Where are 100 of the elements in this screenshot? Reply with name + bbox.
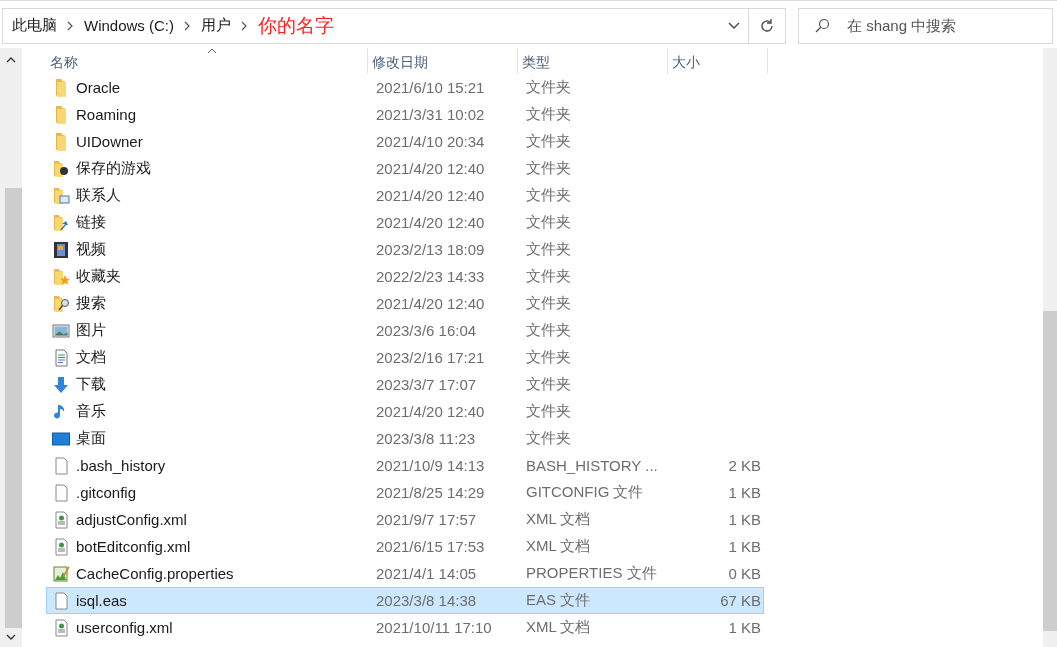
file-row[interactable]: 音乐 2021/4/20 12:40 文件夹 <box>46 398 764 425</box>
file-row[interactable]: .bash_history 2021/10/9 14:13 BASH_HISTORY ... 2 KB <box>46 452 764 479</box>
file-name: isql.eas <box>76 592 127 609</box>
file-row[interactable]: Roaming 2021/3/31 10:02 文件夹 <box>46 101 764 128</box>
file-type: 文件夹 <box>525 213 572 232</box>
file-name: 收藏夹 <box>76 267 121 286</box>
file-type: 文件夹 <box>525 348 572 367</box>
modified-date: 2021/9/7 17:57 <box>375 511 478 528</box>
column-header[interactable]: 大小 <box>668 48 768 74</box>
scroll-down-icon[interactable] <box>6 634 16 641</box>
file-type: XML 文档 <box>525 537 592 556</box>
file-row[interactable]: isql.eas 2023/3/8 14:38 EAS 文件 67 KB <box>46 587 764 614</box>
modified-date: 2023/3/8 14:38 <box>375 592 478 609</box>
file-type: 文件夹 <box>525 105 572 124</box>
file-row[interactable]: 图片 2023/3/6 16:04 文件夹 <box>46 317 764 344</box>
column-header[interactable]: 名称 <box>46 48 368 74</box>
file-name: .bash_history <box>76 457 166 474</box>
scrollbar[interactable] <box>0 48 22 647</box>
chevron-right-icon <box>67 20 74 31</box>
file-icon <box>52 591 70 610</box>
modified-date: 2021/3/31 10:02 <box>375 106 486 123</box>
file-type: 文件夹 <box>525 186 572 205</box>
file-type: 文件夹 <box>525 132 572 151</box>
search-folder-icon <box>52 294 70 313</box>
modified-date: 2023/3/6 16:04 <box>375 322 478 339</box>
file-row[interactable]: 链接 2021/4/20 12:40 文件夹 <box>46 209 764 236</box>
file-name: 搜索 <box>76 294 106 313</box>
sort-up-icon <box>206 48 217 54</box>
address-bar[interactable]: 此电脑 Windows (C:) 用户 你的名字 <box>2 7 748 44</box>
file-row[interactable]: 搜索 2021/4/20 12:40 文件夹 <box>46 290 764 317</box>
file-row[interactable]: CacheConfig.properties 2021/4/1 14:05 PROPERTIES 文件 0 KB <box>46 560 764 587</box>
file-row[interactable]: 下载 2023/3/7 17:07 文件夹 <box>46 371 764 398</box>
file-name: 文档 <box>76 348 106 367</box>
column-header[interactable]: 类型 <box>518 48 668 74</box>
file-name: 视频 <box>76 240 106 259</box>
breadcrumb-item[interactable]: Windows (C:) <box>84 17 174 34</box>
file-name: Oracle <box>76 79 121 96</box>
file-name: 下载 <box>76 375 106 394</box>
chevron-right-icon <box>241 20 248 31</box>
modified-date: 2021/4/20 12:40 <box>375 187 486 204</box>
file-type: EAS 文件 <box>525 591 592 610</box>
file-row[interactable]: userconfig.xml 2021/10/11 17:10 XML 文档 1 KB <box>46 614 764 641</box>
file-name: Roaming <box>76 106 137 123</box>
breadcrumb-item[interactable]: 用户 <box>201 16 231 35</box>
modified-date: 2021/4/20 12:40 <box>375 403 486 420</box>
landscape-picture-icon <box>52 321 70 340</box>
file-row[interactable]: 桌面 2023/3/8 11:23 文件夹 <box>46 425 764 452</box>
file-icon <box>52 456 70 475</box>
file-icon <box>52 483 70 502</box>
chevron-right-icon <box>184 20 191 31</box>
file-size: 1 KB <box>728 619 761 636</box>
modified-date: 2023/2/13 18:09 <box>375 241 486 258</box>
file-type: 文件夹 <box>525 159 572 178</box>
file-type: 文件夹 <box>525 78 572 97</box>
file-type: 文件夹 <box>525 294 572 313</box>
refresh-icon <box>759 17 775 34</box>
file-type: 文件夹 <box>525 240 572 259</box>
folder-icon <box>56 132 66 151</box>
xml-file-icon <box>52 618 70 637</box>
folder-icon <box>56 105 66 124</box>
file-type: 文件夹 <box>525 402 572 421</box>
file-size: 1 KB <box>728 538 761 555</box>
game-folder-icon <box>52 159 70 178</box>
file-size: 67 KB <box>720 592 761 609</box>
file-row[interactable]: adjustConfig.xml 2021/9/7 17:57 XML 文档 1 KB <box>46 506 764 533</box>
file-row[interactable]: 联系人 2021/4/20 12:40 文件夹 <box>46 182 764 209</box>
xml-file-icon <box>52 537 70 556</box>
file-row[interactable]: 文档 2023/2/16 17:21 文件夹 <box>46 344 764 371</box>
file-row[interactable]: 保存的游戏 2021/4/20 12:40 文件夹 <box>46 155 764 182</box>
file-name: 图片 <box>76 321 106 340</box>
breadcrumb-item[interactable]: 你的名字 <box>258 12 334 39</box>
file-row[interactable]: 视频 2023/2/13 18:09 文件夹 <box>46 236 764 263</box>
modified-date: 2021/4/1 14:05 <box>375 565 478 582</box>
file-name: botEditconfig.xml <box>76 538 191 555</box>
column-header[interactable]: 修改日期 <box>368 48 518 74</box>
search-icon <box>814 17 830 34</box>
desktop-icon <box>52 429 70 448</box>
file-row[interactable]: Oracle 2021/6/10 15:21 文件夹 <box>46 74 764 101</box>
file-type: PROPERTIES 文件 <box>525 564 658 583</box>
download-arrow-icon <box>52 375 70 394</box>
file-size: 1 KB <box>728 511 761 528</box>
file-type: 文件夹 <box>525 321 572 340</box>
chevron-down-icon[interactable] <box>728 21 740 30</box>
file-row[interactable]: UIDowner 2021/4/10 20:34 文件夹 <box>46 128 764 155</box>
breadcrumb-item[interactable]: 此电脑 <box>12 16 57 35</box>
search-field[interactable]: 在 shang 中搜索 <box>798 7 1053 44</box>
refresh-button[interactable] <box>748 7 786 44</box>
file-row[interactable]: 收藏夹 2022/2/23 14:33 文件夹 <box>46 263 764 290</box>
file-size: 0 KB <box>728 565 761 582</box>
link-folder-icon <box>52 213 70 232</box>
scroll-up-icon[interactable] <box>6 56 16 63</box>
scrollbar[interactable] <box>1043 48 1057 647</box>
modified-date: 2021/4/20 12:40 <box>375 295 486 312</box>
file-row[interactable]: botEditconfig.xml 2021/6/15 17:53 XML 文档 1 KB <box>46 533 764 560</box>
star-folder-icon <box>52 267 70 286</box>
modified-date: 2021/8/25 14:29 <box>375 484 486 501</box>
modified-date: 2021/6/10 15:21 <box>375 79 486 96</box>
file-row[interactable]: .gitconfig 2021/8/25 14:29 GITCONFIG 文件 1 KB <box>46 479 764 506</box>
file-type: 文件夹 <box>525 267 572 286</box>
file-name: 保存的游戏 <box>76 159 151 178</box>
